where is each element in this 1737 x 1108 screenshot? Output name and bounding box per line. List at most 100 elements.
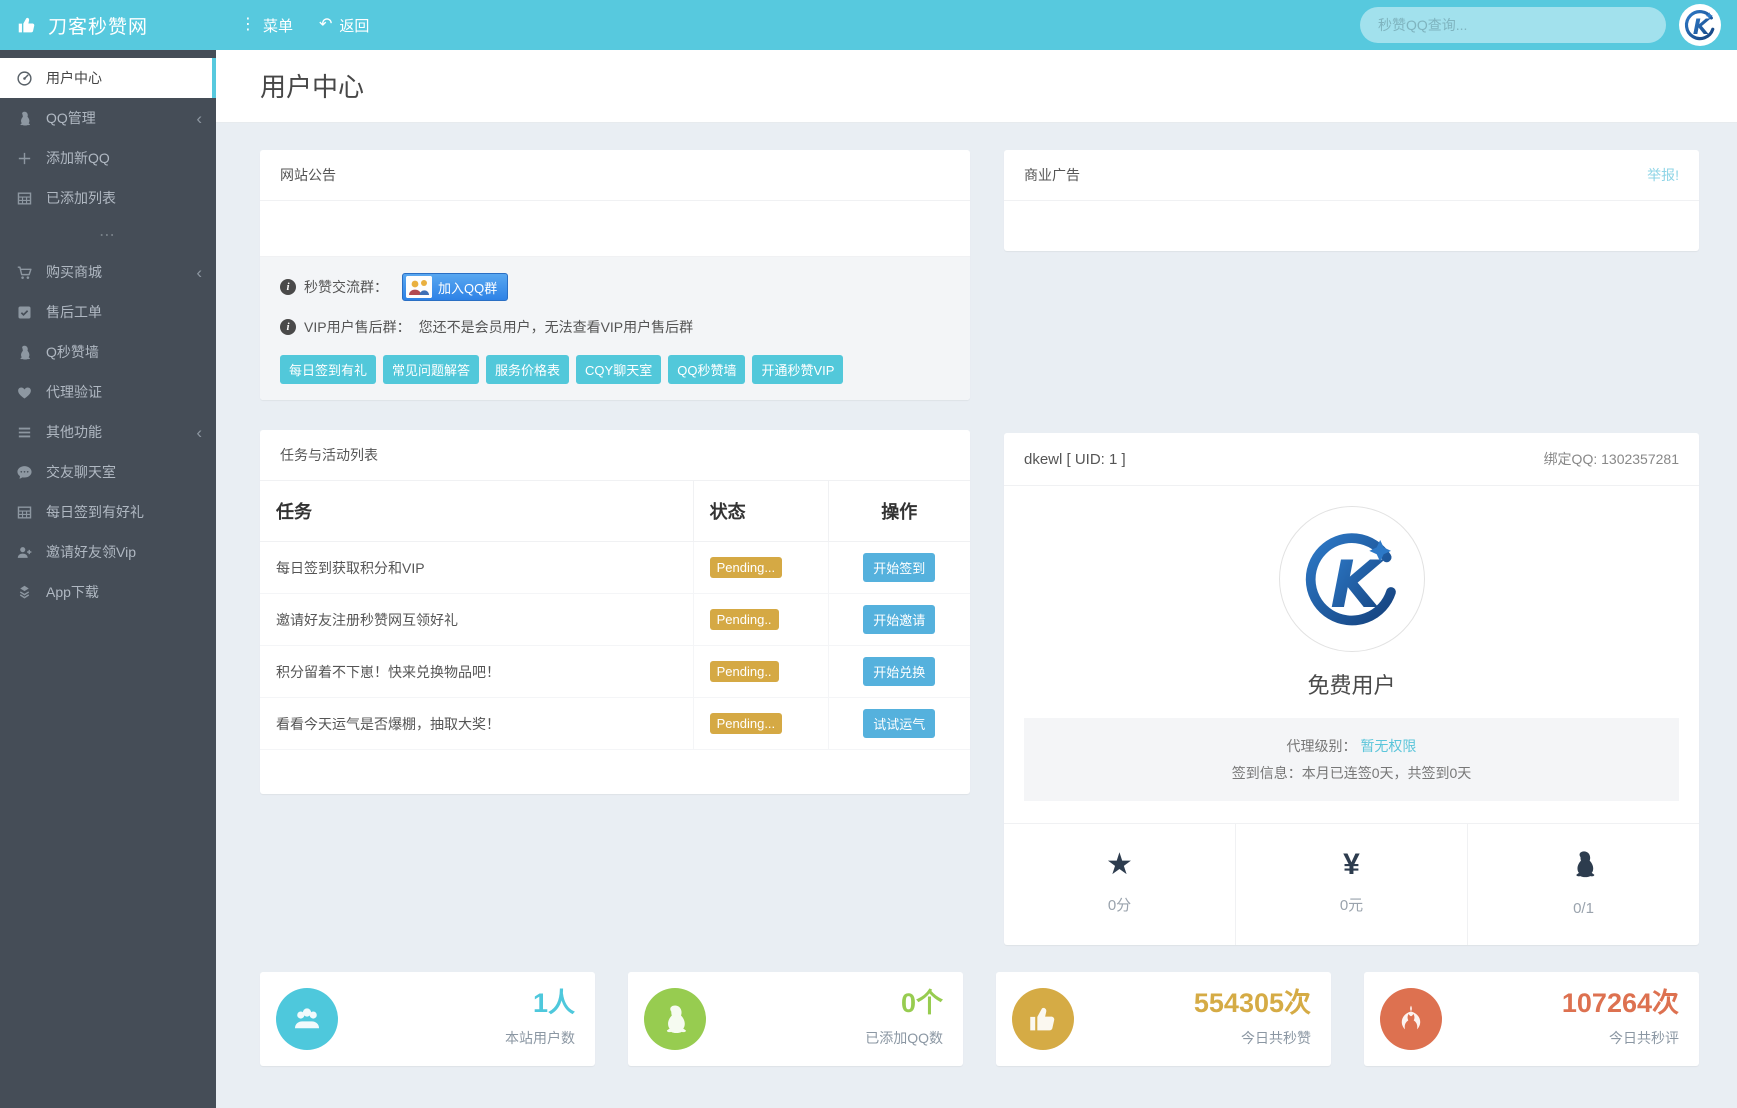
task-action-button[interactable]: 开始兑换 (863, 657, 936, 686)
users-icon (290, 1002, 324, 1036)
penguin-icon (16, 110, 33, 127)
site-logo[interactable] (1679, 4, 1721, 46)
sidebar-item-label: 每日签到有好礼 (46, 504, 144, 520)
ad-body (1004, 201, 1699, 251)
stat-value: 0分 (1107, 897, 1132, 915)
table-row: 邀请好友注册秒赞网互领好礼 Pending.. 开始邀请 (260, 593, 970, 646)
qq-group-icon (406, 276, 432, 298)
ad-title: 商业广告 (1024, 167, 1080, 183)
announcement-body (260, 201, 970, 257)
quick-link-vip[interactable]: 开通秒赞VIP (752, 355, 844, 384)
stat-value: 0元 (1339, 897, 1364, 915)
agent-info-box: 代理级别： 暂无权限 签到信息：本月已连签0天，共签到0天 (1024, 718, 1679, 802)
announcement-title: 网站公告 (260, 150, 970, 201)
app-box-icon (16, 584, 33, 601)
list-icon (16, 424, 33, 441)
sidebar-item-app-download[interactable]: App下载 (0, 572, 216, 612)
top-bar: 刀客秒赞网 ⋮ 菜单 ↶ 返回 (0, 0, 1737, 50)
quick-link-price[interactable]: 服务价格表 (486, 355, 570, 384)
menu-toggle[interactable]: ⋮ 菜单 (240, 15, 293, 36)
search-box (1360, 7, 1666, 43)
sidebar-item-label: 代理验证 (46, 384, 102, 400)
heart-icon (16, 384, 33, 401)
sidebar: 用户中心 QQ管理 ‹ 添加新QQ 已添加列表 ⋯ 购买商城 ‹ 售后工单 Q秒… (0, 50, 216, 1108)
sidebar-item-invite[interactable]: 邀请好友领Vip (0, 532, 216, 572)
sidebar-item-label: Q秒赞墙 (46, 344, 99, 360)
avatar-logo-icon (1300, 527, 1404, 631)
sidebar-item-label: 交友聊天室 (46, 464, 116, 480)
quick-link-daily-sign[interactable]: 每日签到有礼 (280, 355, 377, 384)
thumbs-up-icon (1026, 1002, 1060, 1036)
penguin-icon (1468, 848, 1699, 888)
join-qq-group-button[interactable]: 加入QQ群 (402, 273, 509, 301)
status-badge: Pending.. (709, 609, 779, 630)
sidebar-item-label: 用户中心 (46, 70, 102, 86)
ad-card: 商业广告 举报! (1004, 150, 1699, 251)
sidebar-separator: ⋯ (99, 227, 117, 244)
quick-link-chat[interactable]: CQY聊天室 (576, 355, 662, 384)
task-name: 积分留着不下崽！快来兑换物品吧！ (260, 645, 694, 698)
penguin-icon (658, 1002, 692, 1036)
sidebar-item-label: 售后工单 (46, 304, 102, 320)
chevron-left-icon: ‹ (196, 422, 202, 442)
penguin-icon (16, 344, 33, 361)
report-link[interactable]: 举报! (1647, 165, 1679, 185)
sidebar-item-qq-manage[interactable]: QQ管理 ‹ (0, 98, 216, 138)
plus-icon (16, 150, 33, 167)
sidebar-item-other[interactable]: 其他功能 ‹ (0, 412, 216, 452)
sidebar-item-user-center[interactable]: 用户中心 (0, 58, 216, 98)
page-title: 用户中心 (260, 72, 365, 102)
sidebar-item-add-qq[interactable]: 添加新QQ (0, 138, 216, 178)
status-badge: Pending.. (709, 661, 779, 682)
quick-link-wall[interactable]: QQ秒赞墙 (668, 355, 746, 384)
chevron-left-icon: ‹ (196, 262, 202, 282)
info-icon: i (280, 279, 296, 295)
rebel-icon (1394, 1002, 1428, 1036)
table-row: 积分留着不下崽！快来兑换物品吧！ Pending.. 开始兑换 (260, 645, 970, 698)
task-action-button[interactable]: 开始签到 (863, 553, 936, 582)
summary-card-comments: 107264次 今日共秒评 (1364, 972, 1699, 1067)
profile-card: dkewl [ UID: 1 ] 绑定QQ: 1302357281 免费用户 代… (1004, 433, 1699, 946)
brand[interactable]: 刀客秒赞网 (0, 0, 216, 50)
back-button[interactable]: ↶ 返回 (319, 15, 369, 36)
sidebar-item-daily-signin[interactable]: 每日签到有好礼 (0, 492, 216, 532)
sidebar-item-aftersale[interactable]: 售后工单 (0, 292, 216, 332)
search-input[interactable] (1378, 17, 1648, 33)
announcement-footer: i 秒赞交流群： 加入QQ群 i VIP用户售后群： 您还不是会员用户，无法查看… (260, 257, 970, 400)
check-square-icon (16, 304, 33, 321)
sidebar-item-label: QQ管理 (46, 110, 96, 126)
profile-stat-money: ¥ 0元 (1235, 824, 1467, 946)
status-badge: Pending... (709, 557, 783, 578)
sidebar-item-chatroom[interactable]: 交友聊天室 (0, 452, 216, 492)
stat-value: 0/1 (1573, 900, 1594, 918)
sidebar-item-shop[interactable]: 购买商城 ‹ (0, 252, 216, 292)
table-row: 每日签到获取积分和VIP Pending... 开始签到 (260, 541, 970, 594)
signin-value: 本月已连签0天，共签到0天 (1301, 764, 1472, 781)
task-action-button[interactable]: 开始邀请 (863, 605, 936, 634)
status-badge: Pending... (709, 713, 783, 734)
task-name: 每日签到获取积分和VIP (260, 541, 694, 594)
task-action-button[interactable]: 试试运气 (863, 709, 936, 738)
dashboard-icon (16, 70, 33, 87)
sidebar-item-label: 添加新QQ (46, 150, 110, 166)
profile-stat-qq: 0/1 (1467, 824, 1699, 946)
tasks-card: 任务与活动列表 任务 状态 操作 每日签到获取积分和VIP Pending...… (260, 430, 970, 794)
summary-card-users: 1人 本站用户数 (260, 972, 595, 1067)
agent-permission-link[interactable]: 暂无权限 (1360, 738, 1416, 754)
summary-card-qq: 0个 已添加QQ数 (628, 972, 963, 1067)
quick-link-faq[interactable]: 常见问题解答 (383, 355, 480, 384)
avatar (1278, 506, 1425, 652)
chevron-left-icon: ‹ (196, 108, 202, 128)
sidebar-item-label: 已添加列表 (46, 190, 116, 206)
profile-stat-points: ★ 0分 (1004, 824, 1235, 945)
menu-dots-icon: ⋮ (240, 16, 256, 33)
profile-username: dkewl [ UID: 1 ] (1024, 450, 1126, 468)
sidebar-item-added-list[interactable]: 已添加列表 (0, 178, 216, 218)
cart-icon (16, 264, 33, 281)
brand-name: 刀客秒赞网 (48, 16, 149, 38)
sidebar-item-like-wall[interactable]: Q秒赞墙 (0, 332, 216, 372)
user-level: 免费用户 (1307, 673, 1396, 698)
comment-icon (16, 464, 33, 481)
menu-label: 菜单 (263, 17, 294, 35)
sidebar-item-agent-verify[interactable]: 代理验证 (0, 372, 216, 412)
